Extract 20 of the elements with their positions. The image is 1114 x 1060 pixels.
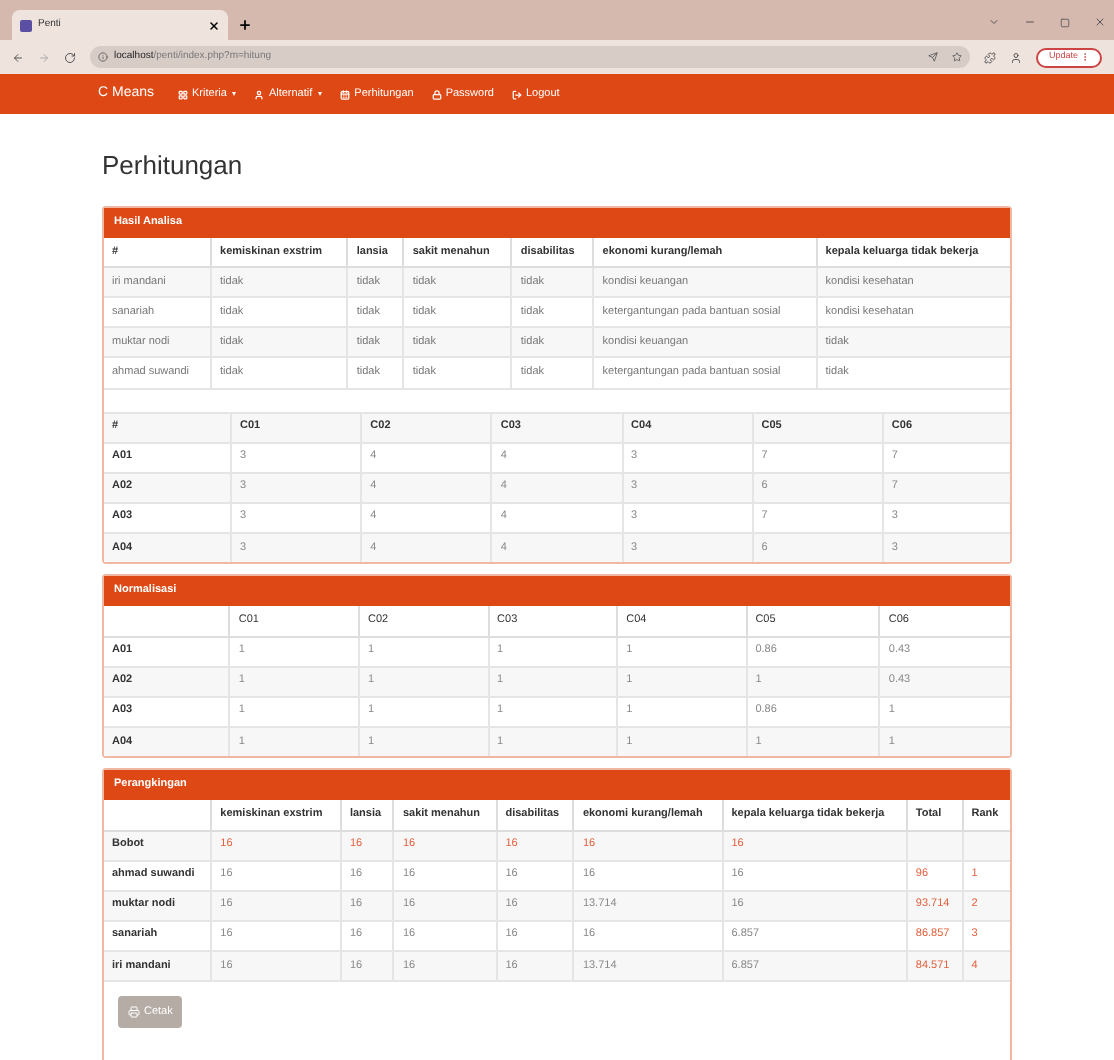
chevron-icon[interactable] [988, 16, 1000, 28]
extensions-icon[interactable] [984, 51, 997, 63]
lock-icon [431, 89, 442, 99]
printer-icon [128, 1006, 140, 1018]
send-icon[interactable] [928, 52, 939, 62]
grid-icon [178, 89, 189, 99]
minimize-icon[interactable] [1024, 16, 1036, 28]
logout-icon [511, 89, 522, 99]
favicon-icon [20, 19, 32, 31]
reload-icon[interactable] [64, 51, 76, 63]
new-tab-icon[interactable] [238, 18, 252, 32]
info-icon [98, 52, 108, 62]
user-icon [254, 89, 265, 99]
calendar-icon [340, 89, 351, 99]
star-icon[interactable] [952, 52, 963, 62]
close-icon[interactable] [208, 19, 220, 31]
profile-icon[interactable] [1010, 51, 1023, 63]
maximize-icon[interactable] [1060, 17, 1070, 27]
back-icon[interactable] [12, 51, 24, 63]
page-title: Perhitungan [102, 148, 245, 184]
